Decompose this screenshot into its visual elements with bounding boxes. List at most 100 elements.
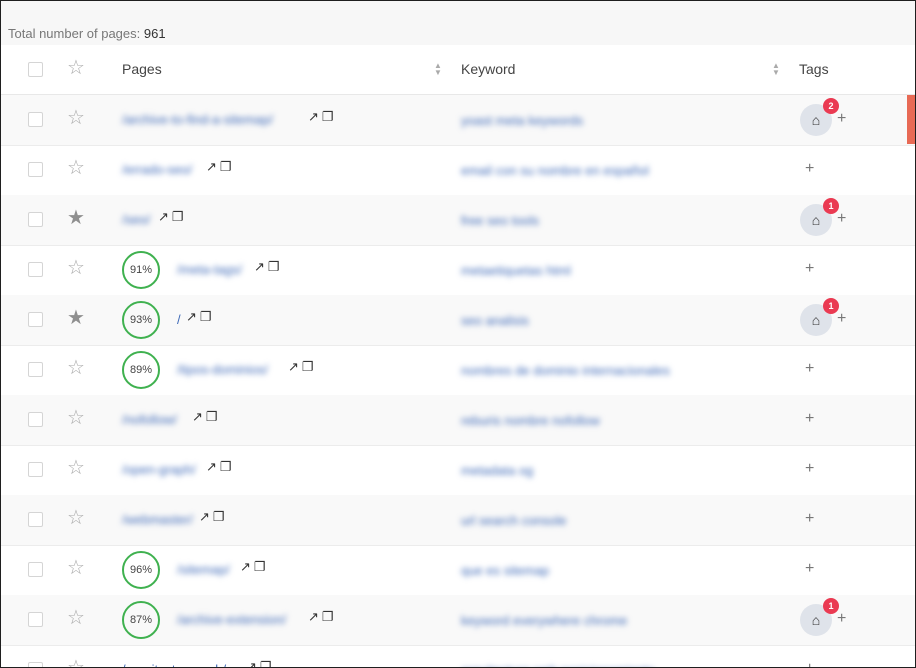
row-checkbox[interactable] (28, 162, 43, 177)
row-checkbox[interactable] (28, 262, 43, 277)
row-checkbox[interactable] (28, 612, 43, 627)
add-tag-plus-icon[interactable]: + (837, 311, 846, 327)
table-row[interactable]: ☆ /nofollow/ ↗ ❐ reburis nombre nofollow … (1, 395, 915, 446)
row-checkbox[interactable] (28, 212, 43, 227)
keyword-cell: email con su nombre en español (461, 163, 649, 178)
table-row[interactable]: ☆ 87% /archive-extension/ ↗ ❐ keyword eve… (1, 595, 915, 646)
keyword-cell: free seo tools (461, 213, 540, 228)
copy-icon[interactable]: ❐ (260, 659, 272, 667)
copy-icon[interactable]: ❐ (268, 259, 280, 274)
star-icon[interactable]: ☆ (67, 358, 85, 378)
row-checkbox[interactable] (28, 662, 43, 667)
star-icon[interactable]: ☆ (67, 258, 85, 278)
add-tag-plus-icon[interactable]: + (837, 111, 846, 127)
page-url-link[interactable]: /webmaster/ (122, 512, 193, 527)
external-link-icon[interactable]: ↗ (186, 309, 197, 324)
page-url-link[interactable]: /meta-tags/ (177, 262, 242, 277)
page-url-link[interactable]: /archive-extension/ (177, 612, 286, 627)
select-all-checkbox[interactable] (28, 62, 43, 77)
row-checkbox[interactable] (28, 562, 43, 577)
star-icon[interactable]: ☆ (67, 458, 85, 478)
add-tag-plus-icon[interactable]: + (837, 611, 846, 627)
external-link-icon[interactable]: ↗ (206, 459, 217, 474)
add-tag-plus-icon[interactable]: + (805, 161, 814, 177)
star-icon[interactable]: ☆ (67, 608, 85, 628)
external-link-icon[interactable]: ↗ (199, 509, 210, 524)
score-ring: 87% (122, 601, 160, 639)
add-tag-plus-icon[interactable]: + (837, 211, 846, 227)
add-tag-plus-icon[interactable]: + (805, 261, 814, 277)
copy-icon[interactable]: ❐ (220, 459, 232, 474)
add-tag-plus-icon[interactable]: + (805, 511, 814, 527)
external-link-icon[interactable]: ↗ (308, 109, 319, 124)
copy-icon[interactable]: ❐ (254, 559, 266, 574)
scroll-marker[interactable] (907, 95, 915, 144)
row-checkbox[interactable] (28, 312, 43, 327)
pages-table-panel: Total number of pages: 961 ☆ Pages ▲ ▼ Ke… (0, 0, 916, 668)
external-link-icon[interactable]: ↗ (254, 259, 265, 274)
copy-icon[interactable]: ❐ (172, 209, 184, 224)
table-row[interactable]: ☆ /arquitectura-web/ ↗❐ arquitectura web… (1, 645, 915, 668)
page-url-link[interactable]: /sitemap/ (177, 562, 230, 577)
table-row[interactable]: ☆ 96% /sitemap/ ↗ ❐ que es sitemap + (1, 545, 915, 596)
copy-icon[interactable]: ❐ (200, 309, 212, 324)
external-link-icon[interactable]: ↗ (158, 209, 169, 224)
external-link-icon[interactable]: ↗ (192, 409, 203, 424)
page-url-link[interactable]: /seo/ (122, 212, 150, 227)
star-icon[interactable]: ☆ (67, 508, 85, 528)
copy-icon[interactable]: ❐ (213, 509, 225, 524)
external-link-icon[interactable]: ↗ (308, 609, 319, 624)
keyword-cell: que es sitemap (461, 563, 550, 578)
star-icon[interactable]: ★ (67, 308, 85, 328)
keyword-sort-icon[interactable]: ▲ ▼ (771, 62, 781, 77)
copy-icon[interactable]: ❐ (322, 609, 334, 624)
external-link-icon[interactable]: ↗ (240, 559, 251, 574)
page-url-link[interactable]: /tipos-dominios/ (177, 362, 268, 377)
header-star-icon[interactable]: ☆ (67, 58, 85, 78)
star-icon[interactable]: ★ (67, 208, 85, 228)
table-row[interactable]: ★ 93% / ↗ ❐ seo analisis ⌂ 1 + (1, 295, 915, 346)
row-checkbox[interactable] (28, 512, 43, 527)
pages-sort-icon[interactable]: ▲ ▼ (433, 62, 443, 77)
page-url-link[interactable]: /arquitectura-web/ (122, 662, 226, 667)
pages-column-header[interactable]: Pages (122, 61, 162, 77)
page-actions: ↗ ❐ (206, 159, 235, 175)
row-checkbox[interactable] (28, 412, 43, 427)
table-row[interactable]: ☆ 91% /meta-tags/ ↗ ❐ metaetiquetas html … (1, 245, 915, 296)
keyword-column-header[interactable]: Keyword (461, 61, 515, 77)
star-icon[interactable]: ☆ (67, 558, 85, 578)
page-url-link[interactable]: /errado-seo/ (122, 162, 192, 177)
star-icon[interactable]: ☆ (67, 408, 85, 428)
star-icon[interactable]: ☆ (67, 158, 85, 178)
table-row[interactable]: ☆ /archive-to-find-a-sitemap/ ↗ ❐ yoast m… (1, 95, 915, 146)
row-checkbox[interactable] (28, 362, 43, 377)
row-checkbox[interactable] (28, 462, 43, 477)
external-link-icon[interactable]: ↗ (288, 359, 299, 374)
page-actions: ↗ ❐ (158, 209, 187, 225)
star-icon[interactable]: ☆ (67, 108, 85, 128)
add-tag-plus-icon[interactable]: + (805, 411, 814, 427)
add-tag-plus-icon[interactable]: + (805, 661, 814, 668)
table-row[interactable]: ☆ /open-graph/ ↗ ❐ metadata og + (1, 445, 915, 496)
copy-icon[interactable]: ❐ (302, 359, 314, 374)
external-link-icon[interactable]: ↗ (206, 159, 217, 174)
row-checkbox[interactable] (28, 112, 43, 127)
page-url-link[interactable]: /archive-to-find-a-sitemap/ (122, 112, 273, 127)
page-url-link[interactable]: / (177, 312, 181, 327)
table-row[interactable]: ★ /seo/ ↗ ❐ free seo tools ⌂ 1 + (1, 195, 915, 246)
page-url-link[interactable]: /nofollow/ (122, 412, 177, 427)
copy-icon[interactable]: ❐ (206, 409, 218, 424)
page-url-link[interactable]: /open-graph/ (122, 462, 196, 477)
score-ring: 93% (122, 301, 160, 339)
star-icon[interactable]: ☆ (67, 658, 85, 667)
external-link-icon[interactable]: ↗ (246, 659, 257, 667)
add-tag-plus-icon[interactable]: + (805, 361, 814, 377)
page-actions: ↗ ❐ (240, 559, 269, 575)
copy-icon[interactable]: ❐ (220, 159, 232, 174)
table-row[interactable]: ☆ /webmaster/ ↗ ❐ url search console + (1, 495, 915, 546)
add-tag-plus-icon[interactable]: + (805, 561, 814, 577)
copy-icon[interactable]: ❐ (322, 109, 334, 124)
add-tag-plus-icon[interactable]: + (805, 461, 814, 477)
table-row[interactable]: ☆ 89% /tipos-dominios/ ↗ ❐ nombres de dom… (1, 345, 915, 396)
table-row[interactable]: ☆ /errado-seo/ ↗ ❐ email con su nombre en… (1, 145, 915, 196)
